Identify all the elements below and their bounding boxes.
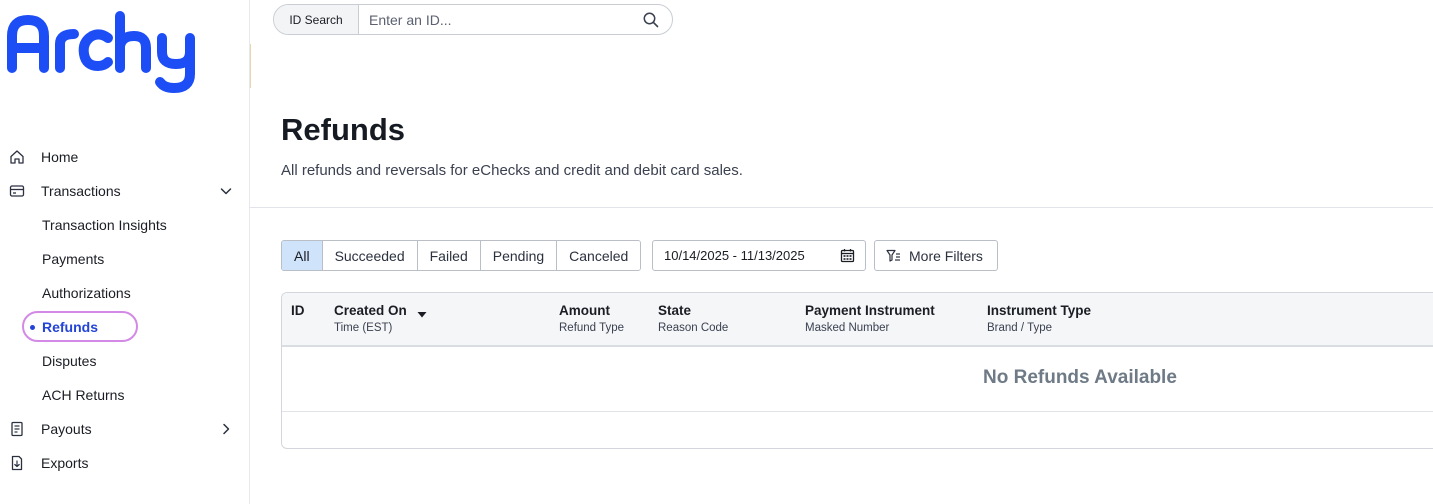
exports-icon [9, 455, 25, 471]
sidebar-subitem-label: Refunds [42, 319, 98, 335]
status-filter-tabs: All Succeeded Failed Pending Canceled [281, 240, 642, 271]
sidebar-item-label: Exports [41, 455, 89, 471]
status-tab-succeeded[interactable]: Succeeded [322, 241, 418, 270]
sidebar-item-home[interactable]: Home [0, 140, 250, 174]
sidebar-subitem-ach-returns[interactable]: ACH Returns [0, 378, 250, 412]
column-header-state[interactable]: State Reason Code [658, 303, 728, 334]
refunds-table: ID Created On Time (EST) Amount Refund T… [281, 292, 1433, 449]
table-header: ID Created On Time (EST) Amount Refund T… [282, 293, 1433, 347]
status-tab-pending[interactable]: Pending [480, 241, 558, 270]
date-range-picker[interactable]: 10/14/2025 - 11/13/2025 [652, 240, 866, 271]
sidebar-subitem-payments[interactable]: Payments [0, 242, 250, 276]
column-subtitle: Masked Number [805, 322, 890, 334]
column-subtitle: Reason Code [658, 322, 729, 334]
header-divider [250, 207, 1433, 208]
column-header-id[interactable]: ID [291, 303, 305, 318]
sidebar-subitem-label: Disputes [42, 353, 97, 369]
home-icon [9, 149, 25, 165]
sidebar-item-label: Home [41, 149, 79, 165]
column-title: State [658, 303, 692, 318]
active-indicator-dot [30, 325, 35, 330]
column-subtitle: Brand / Type [987, 322, 1052, 334]
filter-icon [886, 249, 901, 263]
sidebar-subitem-label: Payments [42, 251, 105, 267]
transactions-icon [9, 183, 25, 199]
sidebar-item-label: Transactions [41, 183, 121, 199]
column-subtitle: Refund Type [559, 322, 625, 334]
divider [250, 44, 251, 88]
more-filters-label: More Filters [909, 247, 983, 264]
sidebar-subitem-transaction-insights[interactable]: Transaction Insights [0, 208, 250, 242]
status-tab-failed[interactable]: Failed [417, 241, 481, 270]
sidebar-subitem-label: ACH Returns [42, 387, 125, 403]
sidebar-item-transactions[interactable]: Transactions [0, 174, 250, 208]
sidebar-item-label: Payouts [41, 421, 92, 437]
sidebar-subitem-label: Transaction Insights [42, 217, 167, 233]
column-title: Instrument Type [987, 303, 1092, 318]
column-header-created-on[interactable]: Created On Time (EST) [334, 303, 427, 334]
column-header-instrument-type[interactable]: Instrument Type Brand / Type [987, 303, 1091, 334]
archy-logo[interactable] [4, 8, 204, 94]
status-tab-all[interactable]: All [282, 241, 323, 270]
column-header-amount[interactable]: Amount Refund Type [559, 303, 624, 334]
sidebar-item-exports[interactable]: Exports [0, 446, 250, 480]
empty-state-row: No Refunds Available [282, 347, 1433, 412]
sidebar: Home Transactions Transaction Insights P… [0, 0, 250, 504]
status-tab-canceled[interactable]: Canceled [557, 241, 641, 270]
search-input[interactable] [359, 5, 642, 34]
empty-state-message: No Refunds Available [983, 367, 1177, 388]
column-title-row: Created On [334, 303, 427, 318]
search-icon[interactable] [642, 11, 660, 29]
column-header-payment-instrument[interactable]: Payment Instrument Masked Number [805, 303, 935, 334]
column-subtitle: Time (EST) [334, 322, 393, 334]
column-title: Created On [334, 303, 407, 318]
payouts-icon [9, 421, 25, 437]
column-title: Amount [559, 303, 610, 318]
sidebar-item-payouts[interactable]: Payouts [0, 412, 250, 446]
sidebar-subitem-disputes[interactable]: Disputes [0, 344, 250, 378]
more-filters-button[interactable]: More Filters [874, 240, 998, 271]
calendar-icon [840, 248, 855, 263]
sort-desc-icon[interactable] [417, 307, 427, 317]
sidebar-subitem-refunds[interactable]: Refunds [0, 310, 250, 344]
id-search-tag[interactable]: ID Search [274, 5, 359, 34]
chevron-down-icon[interactable] [219, 184, 233, 198]
page-title: Refunds [281, 112, 405, 147]
chevron-right-icon[interactable] [219, 422, 233, 436]
date-range-value: 10/14/2025 - 11/13/2025 [664, 248, 805, 263]
id-search: ID Search [273, 4, 673, 35]
sidebar-subitem-authorizations[interactable]: Authorizations [0, 276, 250, 310]
sidebar-subitem-label: Authorizations [42, 285, 131, 301]
column-title: ID [291, 303, 305, 318]
page-subtitle: All refunds and reversals for eChecks an… [281, 162, 743, 179]
column-title: Payment Instrument [805, 303, 935, 318]
